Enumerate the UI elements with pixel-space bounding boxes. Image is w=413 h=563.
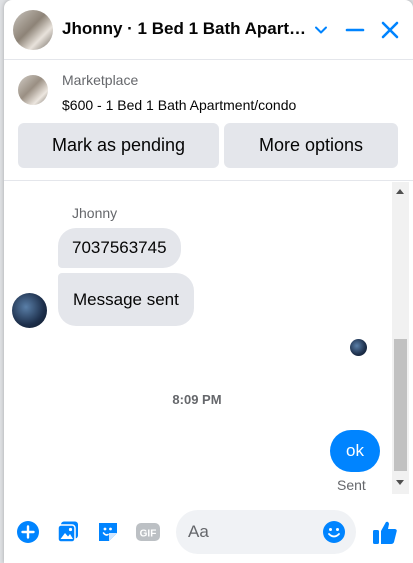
marketplace-label: Marketplace [62,72,139,88]
message-list: Jhonny 7037563745 Message sent 8:09 PM o… [4,182,413,494]
message-status: Sent [337,477,366,493]
scroll-up-arrow-icon[interactable] [396,189,404,194]
scroll-down-arrow-icon[interactable] [396,480,404,485]
gif-icon[interactable]: GIF [135,519,161,545]
chat-header: Jhonny · 1 Bed 1 Bath Apartment/condo [4,0,413,60]
message-input-box[interactable] [176,510,356,554]
read-receipt-avatar [350,339,367,356]
sender-name: Jhonny [72,205,118,221]
incoming-message[interactable]: 7037563745 [58,228,181,268]
message-input[interactable] [188,510,318,554]
incoming-message[interactable]: Message sent [58,273,194,326]
composer: GIF [4,500,413,563]
emoji-icon[interactable] [322,520,346,544]
listing-title[interactable]: $600 - 1 Bed 1 Bath Apartment/condo [62,97,296,113]
avatar[interactable] [13,10,53,50]
mark-as-pending-button[interactable]: Mark as pending [18,123,219,168]
plus-icon[interactable] [15,519,41,545]
minimize-icon[interactable] [339,14,371,46]
like-icon[interactable] [370,517,400,547]
message-timestamp: 8:09 PM [172,392,222,407]
scrollbar[interactable] [392,182,409,494]
more-options-button[interactable]: More options [224,123,398,168]
marketplace-panel: Marketplace $600 - 1 Bed 1 Bath Apartmen… [4,61,413,181]
sender-avatar[interactable] [12,293,47,328]
image-icon[interactable] [55,519,81,545]
chat-title[interactable]: Jhonny · 1 Bed 1 Bath Apartment/condo [62,19,307,39]
scroll-thumb[interactable] [394,339,407,471]
chevron-down-icon[interactable] [305,14,337,46]
chat-window: Jhonny · 1 Bed 1 Bath Apartment/condo Ma… [4,0,413,563]
sticker-icon[interactable] [95,519,121,545]
listing-thumbnail[interactable] [18,75,48,105]
outgoing-message[interactable]: ok [330,430,380,472]
svg-text:GIF: GIF [140,529,157,540]
close-icon[interactable] [374,14,406,46]
